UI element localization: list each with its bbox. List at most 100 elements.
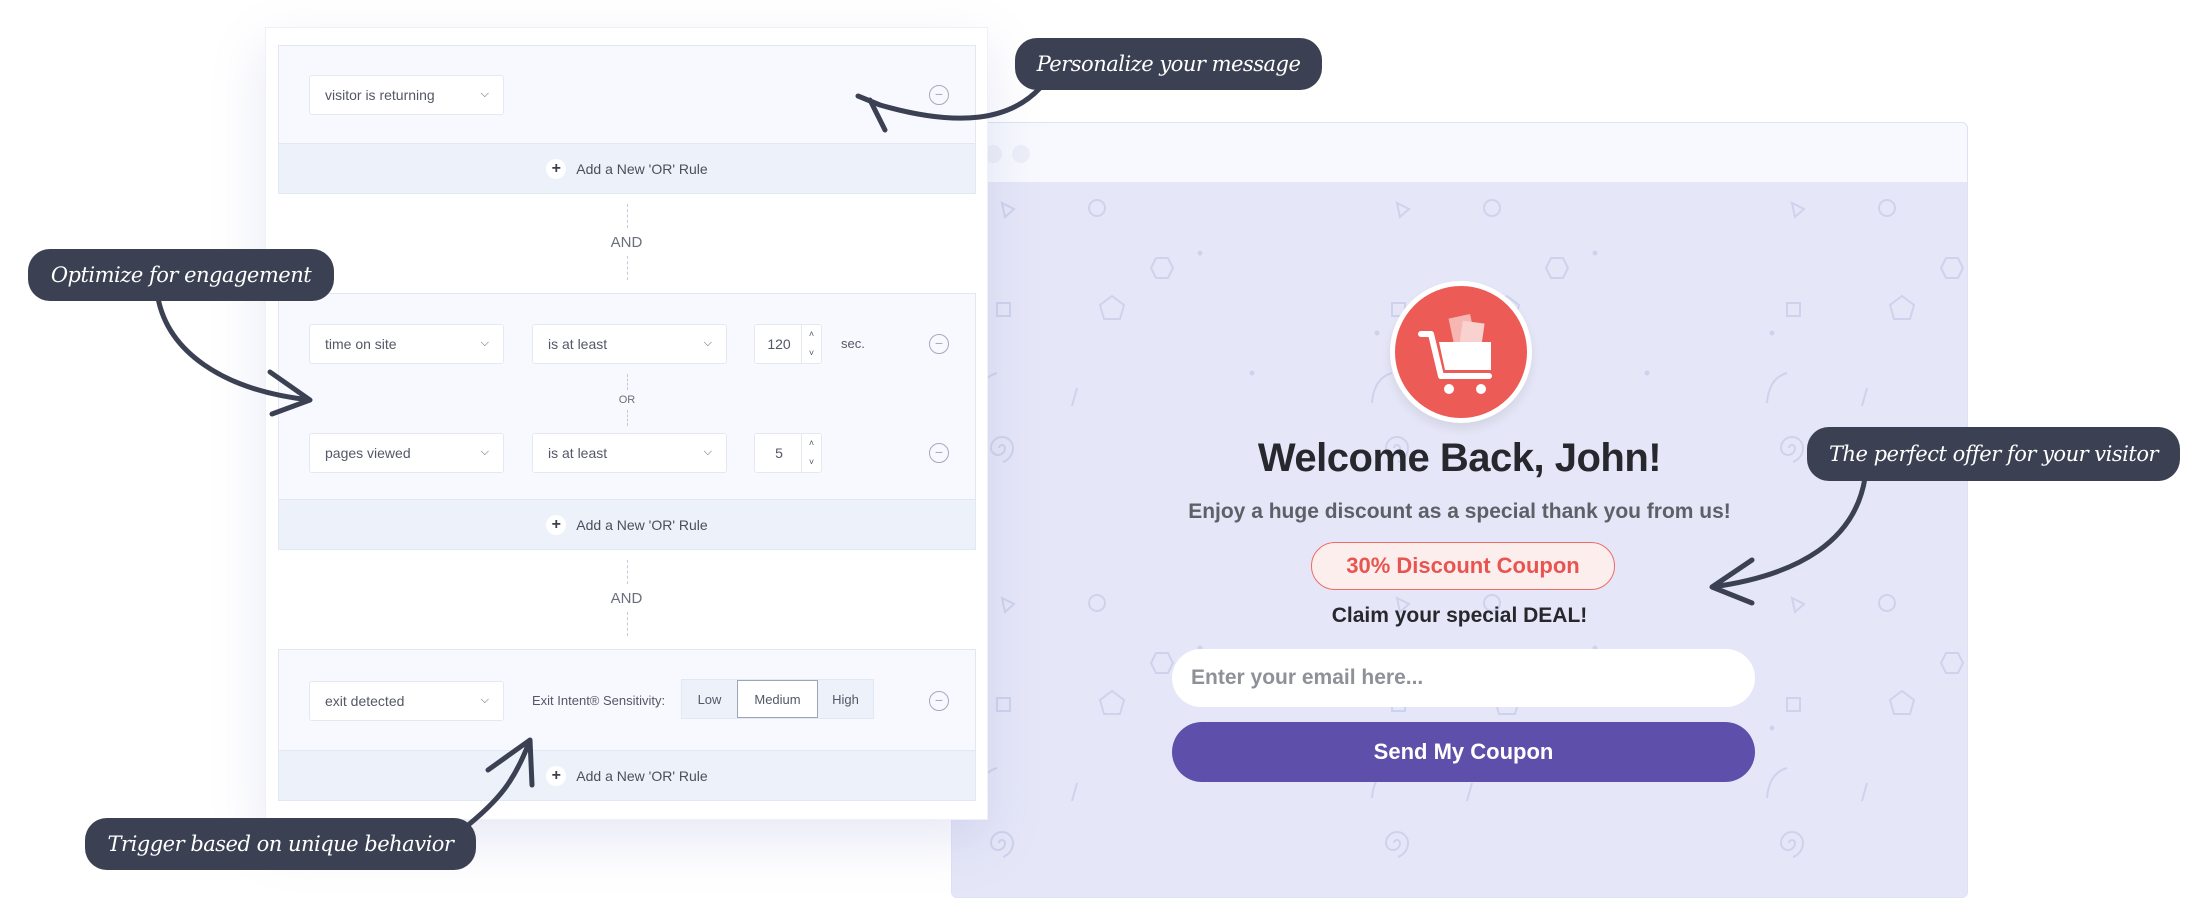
pattern-shape — [1371, 372, 1393, 404]
window-dot — [1012, 145, 1030, 163]
connector-line — [627, 410, 628, 426]
pattern-shape — [1466, 782, 1473, 802]
add-or-rule-button[interactable]: + Add a New 'OR' Rule — [279, 750, 975, 800]
plus-icon: + — [546, 158, 567, 179]
chevron-down-icon: ⌵ — [480, 337, 489, 349]
sensitivity-medium[interactable]: Medium — [737, 680, 818, 718]
operator-select[interactable]: is at least ⌵ — [532, 433, 727, 473]
connector-line — [627, 374, 628, 390]
plus-icon: + — [546, 765, 567, 786]
pattern-shape — [1766, 372, 1788, 404]
pattern-shape — [1149, 652, 1175, 674]
pattern-shape — [1644, 370, 1650, 376]
callout-personalize: Personalize your message — [1015, 38, 1322, 90]
callout-trigger: Trigger based on unique behavior — [85, 818, 476, 870]
pattern-shape — [1088, 199, 1106, 217]
sensitivity-label: Exit Intent® Sensitivity: — [532, 693, 666, 708]
pattern-shape — [1878, 199, 1896, 217]
connector-line — [626, 256, 628, 280]
unit-label: sec. — [841, 336, 865, 351]
and-connector: AND — [610, 590, 643, 607]
pattern-shape — [1483, 199, 1501, 217]
connector-line — [626, 612, 628, 636]
pattern-shape — [1888, 689, 1916, 715]
email-input[interactable] — [1172, 649, 1755, 707]
pattern-shape — [1149, 257, 1175, 279]
plus-icon: + — [546, 514, 567, 535]
and-connector: AND — [610, 234, 643, 251]
operator-select-value: is at least — [548, 336, 608, 352]
connector-line — [626, 560, 628, 584]
condition-select[interactable]: time on site ⌵ — [309, 324, 504, 364]
stepper-value: 5 — [775, 445, 783, 461]
stepper-value: 120 — [767, 336, 791, 352]
coupon-badge: 30% Discount Coupon — [1311, 542, 1615, 590]
chevron-down-icon: ⌵ — [480, 88, 489, 100]
add-or-rule-button[interactable]: + Add a New 'OR' Rule — [279, 143, 975, 193]
connector-line — [626, 204, 628, 228]
sensitivity-toggle: Low Medium High — [681, 679, 874, 719]
pattern-shape — [1790, 201, 1806, 219]
remove-rule-icon[interactable]: − — [929, 334, 949, 354]
browser-titlebar — [952, 123, 1967, 183]
targeting-rules-panel: visitor is returning ⌵ − + Add a New 'OR… — [265, 27, 988, 820]
add-or-rule-label: Add a New 'OR' Rule — [576, 767, 708, 784]
rule-group-engagement: time on site ⌵ is at least ⌵ 120 ˄ ˅ sec.… — [278, 293, 976, 550]
chevron-up-icon[interactable]: ˄ — [802, 325, 821, 344]
condition-select-value: time on site — [325, 336, 397, 352]
pattern-shape — [1786, 697, 1801, 712]
pattern-shape — [1098, 689, 1126, 715]
seconds-stepper[interactable]: 120 ˄ ˅ — [754, 324, 822, 364]
pattern-shape — [1786, 302, 1801, 317]
add-or-rule-label: Add a New 'OR' Rule — [576, 516, 708, 533]
rule-group-returning: visitor is returning ⌵ − + Add a New 'OR… — [278, 45, 976, 194]
popup-subtitle: Enjoy a huge discount as a special thank… — [1188, 500, 1731, 523]
chevron-down-icon: ⌵ — [703, 446, 712, 458]
pattern-shape — [1374, 330, 1380, 336]
pattern-shape — [1000, 201, 1016, 219]
pattern-shape — [1861, 782, 1868, 802]
chevron-down-icon[interactable]: ˅ — [802, 344, 821, 363]
pattern-shape — [1939, 652, 1965, 674]
rule-group-exit-intent: exit detected ⌵ Exit Intent® Sensitivity… — [278, 649, 976, 801]
remove-rule-icon[interactable]: − — [929, 85, 949, 105]
pattern-shape — [1779, 831, 1805, 858]
remove-rule-icon[interactable]: − — [929, 691, 949, 711]
pages-stepper[interactable]: 5 ˄ ˅ — [754, 433, 822, 473]
condition-select[interactable]: exit detected ⌵ — [309, 681, 504, 721]
or-connector: OR — [618, 394, 636, 406]
shopping-cart-icon — [1418, 313, 1492, 394]
pattern-shape — [1249, 370, 1255, 376]
chevron-down-icon: ⌵ — [480, 694, 489, 706]
condition-select-value: exit detected — [325, 693, 405, 709]
pattern-shape — [1544, 257, 1570, 279]
pattern-shape — [1071, 387, 1078, 407]
add-or-rule-button[interactable]: + Add a New 'OR' Rule — [279, 499, 975, 549]
pattern-shape — [1384, 831, 1410, 858]
pattern-shape — [1861, 387, 1868, 407]
pattern-shape — [1939, 257, 1965, 279]
sensitivity-low[interactable]: Low — [682, 680, 737, 718]
callout-offer: The perfect offer for your visitor — [1807, 427, 2180, 481]
pattern-shape — [1197, 250, 1203, 256]
add-or-rule-label: Add a New 'OR' Rule — [576, 160, 708, 177]
sensitivity-high[interactable]: High — [818, 680, 873, 718]
chevron-down-icon: ⌵ — [703, 337, 712, 349]
pattern-shape — [1769, 725, 1775, 731]
pattern-shape — [1592, 250, 1598, 256]
chevron-up-icon[interactable]: ˄ — [802, 434, 821, 453]
pattern-shape — [1769, 330, 1775, 336]
pattern-shape — [996, 302, 1011, 317]
callout-optimize: Optimize for engagement — [28, 249, 334, 301]
pattern-shape — [1766, 767, 1788, 799]
claim-text: Claim your special DEAL! — [1331, 604, 1588, 627]
pattern-shape — [1071, 782, 1078, 802]
operator-select[interactable]: is at least ⌵ — [532, 324, 727, 364]
chevron-down-icon[interactable]: ˅ — [802, 453, 821, 472]
operator-select-value: is at least — [548, 445, 608, 461]
remove-rule-icon[interactable]: − — [929, 443, 949, 463]
send-coupon-button[interactable]: Send My Coupon — [1172, 722, 1755, 782]
chevron-down-icon: ⌵ — [480, 446, 489, 458]
condition-select[interactable]: visitor is returning ⌵ — [309, 75, 504, 115]
condition-select[interactable]: pages viewed ⌵ — [309, 433, 504, 473]
